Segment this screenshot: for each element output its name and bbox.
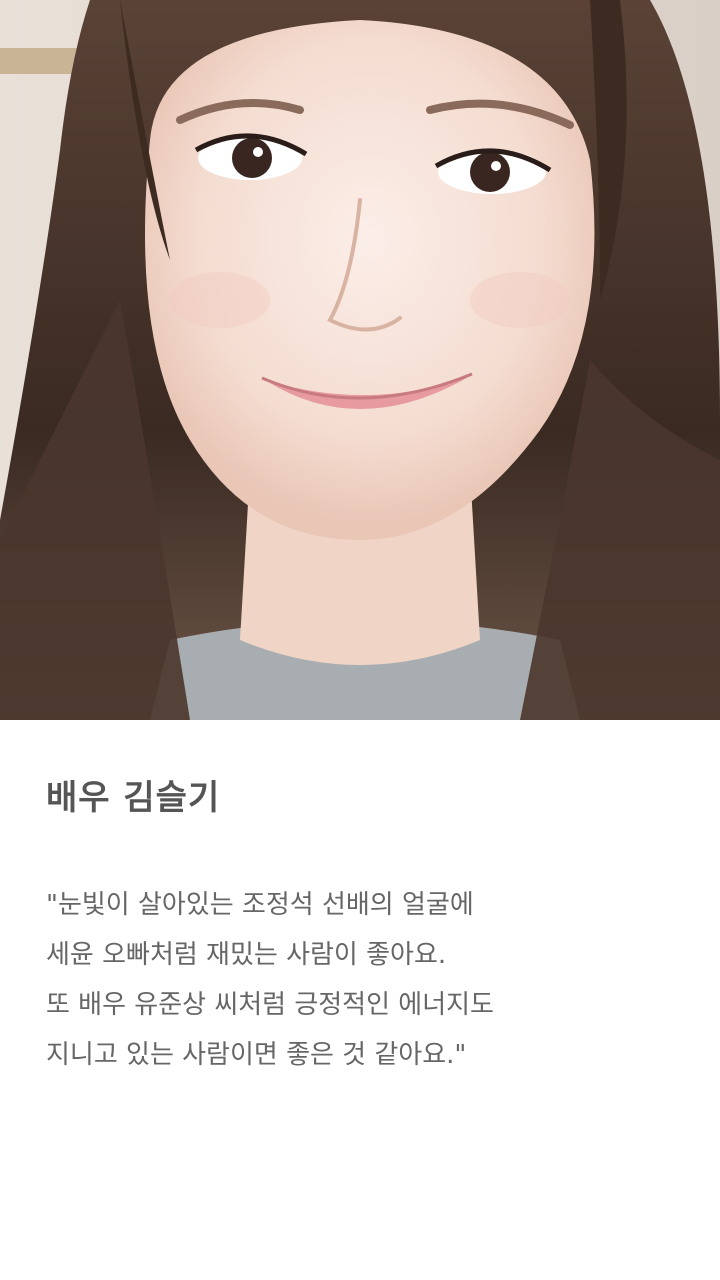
quote-line: 지니고 있는 사람이면 좋은 것 같아요." [46, 1040, 467, 1070]
profile-screen: 배우 김슬기 "눈빛이 살아있는 조정석 선배의 얼굴에 세윤 오빠처럼 재밌는… [0, 0, 720, 1280]
profile-card: 배우 김슬기 "눈빛이 살아있는 조정석 선배의 얼굴에 세윤 오빠처럼 재밌는… [0, 720, 720, 1280]
quote-line: 세윤 오빠처럼 재밌는 사람이 좋아요. [46, 940, 447, 970]
profile-quote: "눈빛이 살아있는 조정석 선배의 얼굴에 세윤 오빠처럼 재밌는 사람이 좋아… [46, 880, 686, 1080]
quote-line: "눈빛이 살아있는 조정석 선배의 얼굴에 [46, 890, 474, 920]
profile-title: 배우 김슬기 [46, 778, 221, 818]
profile-photo [0, 0, 720, 720]
quote-line: 또 배우 유준상 씨처럼 긍정적인 에너지도 [46, 990, 494, 1020]
